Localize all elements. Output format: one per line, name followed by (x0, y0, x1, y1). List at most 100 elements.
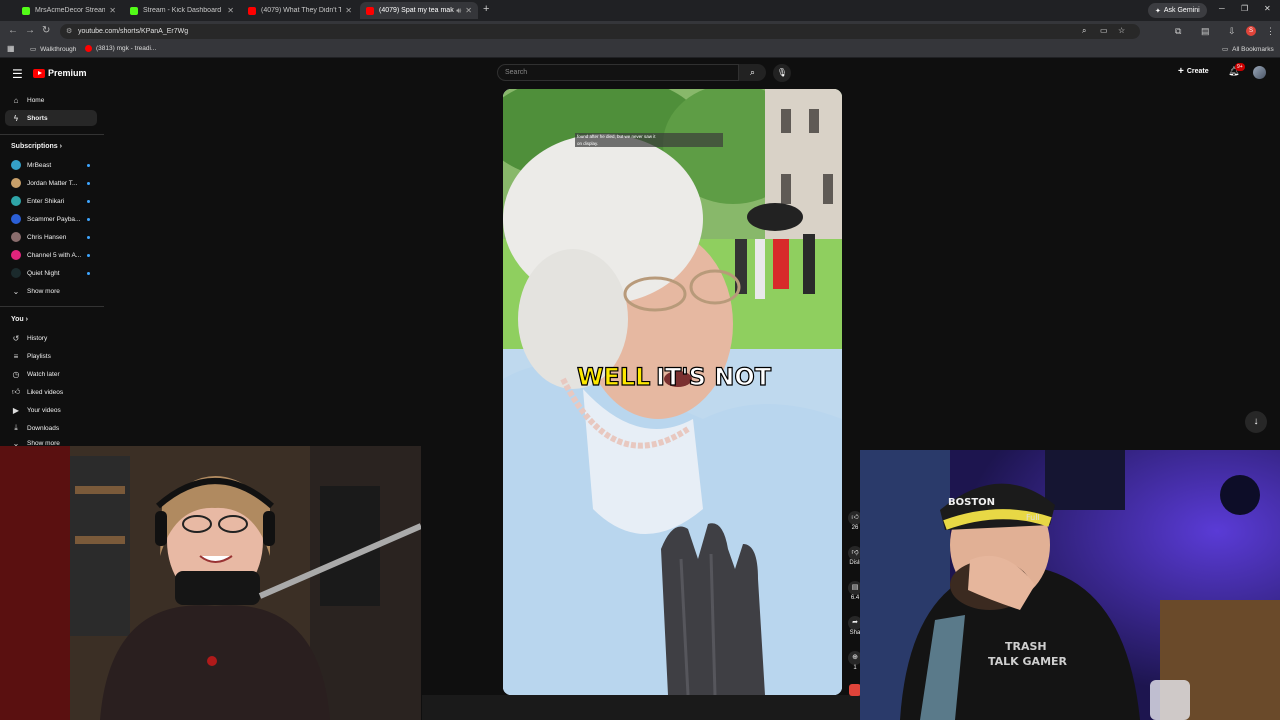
you-heading-label: You (11, 316, 24, 323)
youtube-favicon-icon (248, 6, 256, 15)
new-content-dot (87, 181, 90, 185)
sidebar-item-label: MrBeast (27, 161, 52, 169)
sidebar-item-your-videos[interactable]: ▶ Your videos (5, 402, 97, 418)
bookmark-label: Walkthrough (40, 45, 77, 53)
chevron-right-icon: › (59, 143, 62, 150)
bookmark-mgk[interactable]: (3813) mgk - treadi... (85, 45, 156, 52)
close-icon[interactable]: ✕ (109, 6, 116, 15)
address-url: youtube.com/shorts/KPanA_Er7Wg (78, 28, 189, 35)
extensions-icon[interactable]: ⧉ (1175, 26, 1181, 37)
sidebar-sub-enter-shikari[interactable]: Enter Shikari (5, 193, 97, 209)
ask-gemini-button[interactable]: ✦ Ask Gemini (1148, 3, 1207, 18)
close-icon[interactable]: ✕ (227, 6, 234, 15)
shorts-icon: ϟ (13, 113, 19, 123)
subscriptions-heading-label: Subscriptions (11, 143, 58, 150)
bookmark-walkthrough[interactable]: ▭ Walkthrough (30, 45, 77, 54)
sidebar-item-label: Shorts (27, 114, 48, 122)
account-avatar[interactable] (1253, 66, 1266, 79)
kick-favicon-icon (130, 6, 138, 15)
create-button[interactable]: + Create (1178, 66, 1209, 77)
sidebar-sub-mrbeast[interactable]: MrBeast (5, 157, 97, 173)
next-short-button[interactable]: ↓ (1245, 411, 1267, 433)
address-bar[interactable]: ⚙ youtube.com/shorts/KPanA_Er7Wg ☆ ▭ ⌕ (60, 24, 1140, 39)
sidebar-item-home[interactable]: ⌂ Home (5, 92, 97, 108)
bookmark-star-icon[interactable]: ☆ (1118, 26, 1125, 35)
folder-icon: ▭ (30, 46, 37, 53)
site-info-icon[interactable]: ⚙ (66, 27, 72, 35)
sidebar-item-label: Playlists (27, 352, 51, 360)
hat-text: BOSTON (948, 497, 995, 508)
webcam-right-image: BOSTON TRASH TALK GAMER Full (860, 450, 1280, 720)
sidebar-sub-quiet-night[interactable]: Quiet Night (5, 265, 97, 281)
sidebar-item-playlists[interactable]: ≡ Playlists (5, 348, 97, 364)
zoom-icon[interactable]: ⌕ (1082, 26, 1086, 36)
youtube-logo[interactable]: Premium (33, 68, 87, 78)
sidebar-item-label: Enter Shikari (27, 197, 65, 205)
divider (0, 306, 104, 307)
new-tab-button[interactable]: + (483, 3, 489, 15)
sidebar-sub-scammer-payback[interactable]: Scammer Payba... (5, 211, 97, 227)
all-bookmarks[interactable]: ▭ All Bookmarks (1222, 45, 1274, 54)
sidebar-sub-channel-5[interactable]: Channel 5 with A... (5, 247, 97, 263)
bookmarks-bar: ▦ ▭ Walkthrough (3813) mgk - treadi... ▭… (0, 42, 1280, 58)
show-more-subscriptions[interactable]: ⌄ Show more (5, 283, 97, 299)
ask-gemini-label: Ask Gemini (1163, 7, 1200, 14)
sidebar-item-label: Scammer Payba... (27, 215, 81, 223)
sidebar-item-downloads[interactable]: ⤓ Downloads (5, 420, 97, 436)
webcam-left (0, 446, 421, 720)
sidebar-item-label: Liked videos (27, 388, 64, 396)
download-icon[interactable]: ⇩ (1228, 26, 1236, 37)
maximize-icon[interactable]: ❐ (1241, 4, 1248, 13)
reload-icon[interactable]: ↻ (42, 25, 50, 36)
create-label: Create (1186, 68, 1209, 75)
profile-avatar[interactable]: S (1246, 26, 1256, 36)
webcam-right: BOSTON TRASH TALK GAMER Full (860, 450, 1280, 720)
menu-kebab-icon[interactable]: ⋮ (1266, 26, 1275, 37)
sidebar-item-shorts[interactable]: ϟ Shorts (5, 110, 97, 126)
tab-1-label: MrsAcmeDecor Stream - Watch (35, 7, 106, 14)
arrow-down-icon: ↓ (1253, 416, 1259, 427)
subscriptions-heading[interactable]: Subscriptions › (11, 143, 62, 150)
new-content-dot (87, 199, 90, 203)
gemini-sparkle-icon: ✦ (1155, 7, 1161, 15)
cast-icon[interactable]: ▭ (1100, 26, 1108, 35)
back-arrow-icon[interactable]: ← (8, 25, 18, 36)
plus-icon: + (1178, 66, 1184, 77)
window-close-icon[interactable]: ✕ (1264, 4, 1271, 13)
search-button[interactable]: ⌕ (739, 64, 766, 81)
channel-avatar (11, 196, 21, 206)
apps-grid-icon[interactable]: ▦ (7, 44, 15, 53)
new-content-dot (87, 235, 90, 239)
tab-3[interactable]: (4079) What They Didn't Teach ✕ (242, 2, 358, 19)
sidebar-item-watch-later[interactable]: ◷ Watch later (5, 366, 97, 382)
new-content-dot (87, 271, 90, 275)
tab-1[interactable]: MrsAcmeDecor Stream - Watch ✕ (16, 2, 122, 19)
sidepanel-icon[interactable]: ▤ (1201, 26, 1210, 37)
forward-arrow-icon[interactable]: → (25, 25, 35, 36)
sidebar-sub-chris-hansen[interactable]: Chris Hansen (5, 229, 97, 245)
shirt-text-line1: TRASH (1005, 640, 1047, 653)
tab-4-active[interactable]: (4079) Spat my tea making 🔊︎ ✕ (360, 2, 478, 19)
tab-2-label: Stream - Kick Dashboard (143, 7, 222, 14)
shorts-video-player[interactable]: found after he died, but we never saw it… (503, 89, 842, 695)
minimize-icon[interactable]: ─ (1219, 4, 1225, 13)
you-heading[interactable]: You › (11, 316, 28, 323)
sidebar-sub-jordan-matter[interactable]: Jordan Matter T... (5, 175, 97, 191)
sidebar-item-label: Downloads (27, 424, 60, 432)
channel-avatar (11, 250, 21, 260)
close-icon[interactable]: ✕ (465, 6, 472, 15)
search-input[interactable]: Search (497, 64, 739, 81)
channel-avatar (11, 268, 21, 278)
sidebar-item-history[interactable]: ↺ History (5, 330, 97, 346)
video-caption-small-line1: found after he died, but we never saw it (577, 134, 656, 139)
video-caption-words: IT'S NOT (656, 363, 772, 391)
close-icon[interactable]: ✕ (345, 6, 352, 15)
sidebar-item-liked-videos[interactable]: 👍︎ Liked videos (5, 384, 97, 400)
channel-avatar (11, 160, 21, 170)
menu-hamburger-icon[interactable]: ☰ (12, 67, 23, 81)
sidebar-item-label: Jordan Matter T... (27, 179, 78, 187)
voice-search-button[interactable]: 🎙︎ (773, 64, 791, 82)
speaker-icon[interactable]: 🔊︎ (456, 6, 461, 16)
tab-2[interactable]: Stream - Kick Dashboard ✕ (124, 2, 240, 19)
history-icon: ↺ (12, 333, 20, 343)
